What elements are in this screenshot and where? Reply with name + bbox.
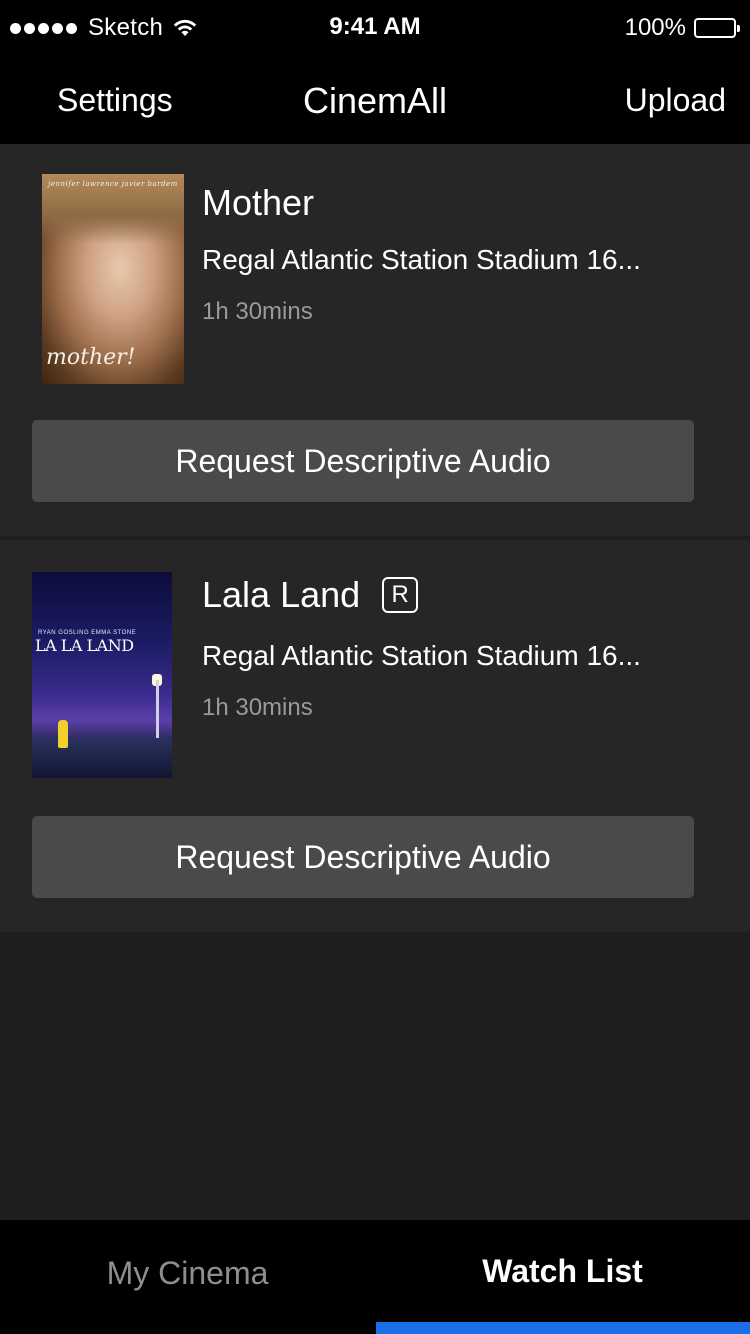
- theater-name: Regal Atlantic Station Stadium 16...: [202, 244, 641, 275]
- movie-poster[interactable]: RYAN GOSLING EMMA STONE LA LA LAND: [32, 572, 172, 778]
- upload-button[interactable]: Upload: [625, 82, 726, 119]
- movie-duration: 1h 30mins: [202, 298, 313, 325]
- status-bar: Sketch 9:41 AM 100%: [0, 0, 750, 56]
- status-right: 100%: [624, 13, 740, 43]
- movie-card: RYAN GOSLING EMMA STONE LA LA LAND Lala …: [0, 540, 750, 932]
- tab-bar: My Cinema Watch List: [0, 1220, 750, 1334]
- tab-label: Watch List: [482, 1252, 643, 1289]
- battery-icon: [694, 18, 740, 38]
- movie-card: jennifer lawrence javier bardem mother! …: [0, 144, 750, 536]
- poster-title: mother!: [46, 345, 136, 370]
- movie-title-text: Lala Land: [202, 574, 361, 615]
- poster-credits: jennifer lawrence javier bardem: [48, 180, 178, 188]
- tab-my-cinema[interactable]: My Cinema: [0, 1220, 375, 1334]
- movie-title: Mother: [202, 182, 314, 224]
- movie-poster[interactable]: jennifer lawrence javier bardem mother!: [42, 174, 184, 384]
- theater-name: Regal Atlantic Station Stadium 16...: [202, 640, 641, 671]
- request-descriptive-audio-button[interactable]: Request Descriptive Audio: [32, 420, 694, 502]
- active-tab-indicator: [376, 1322, 750, 1334]
- navigation-bar: Settings CinemAll Upload: [0, 56, 750, 144]
- tab-label: My Cinema: [106, 1254, 269, 1291]
- rating-badge: R: [382, 577, 419, 613]
- movie-title-text: Mother: [202, 182, 315, 223]
- battery-percent: 100%: [624, 14, 686, 41]
- movie-title: Lala Land R: [202, 574, 419, 616]
- request-descriptive-audio-button[interactable]: Request Descriptive Audio: [32, 816, 694, 898]
- movie-duration: 1h 30mins: [202, 694, 313, 721]
- poster-title: LA LA LAND: [35, 636, 134, 655]
- tab-watch-list[interactable]: Watch List: [375, 1220, 750, 1334]
